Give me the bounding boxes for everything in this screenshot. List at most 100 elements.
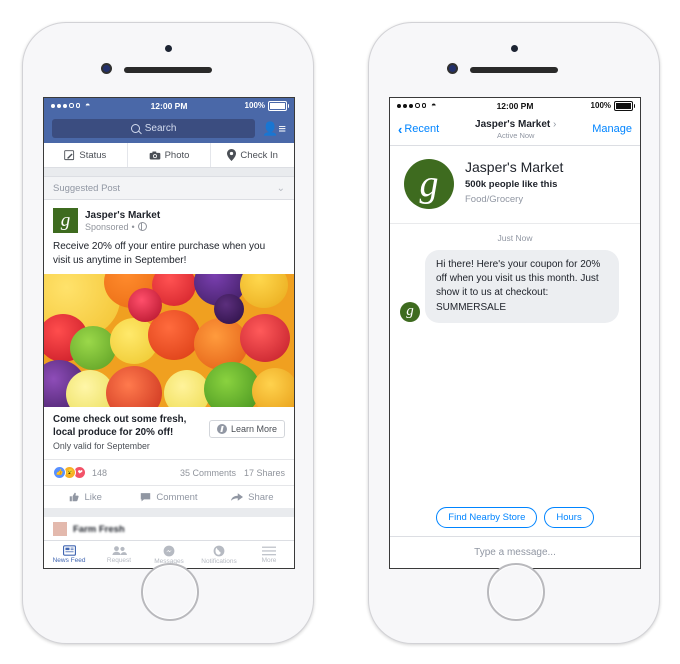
share-button[interactable]: Share — [211, 492, 294, 503]
active-status: Active Now — [496, 130, 535, 140]
status-time: 12:00 PM — [496, 100, 534, 111]
profile-name: Jasper's Market — [465, 159, 564, 175]
like-button[interactable]: Like — [44, 492, 127, 503]
comment-label: Comment — [156, 491, 198, 503]
check-in-label: Check In — [240, 149, 278, 161]
search-icon — [130, 123, 140, 133]
reaction-count[interactable]: 148 — [92, 468, 107, 478]
status-bar-right: ◓ 12:00 PM 100% — [390, 98, 640, 113]
front-camera-icon — [510, 45, 518, 52]
page-profile-card: g Jasper's Market 500k people like this … — [390, 146, 640, 224]
globe-icon — [137, 222, 147, 231]
next-post-title: Farm Fresh — [73, 523, 125, 535]
tab-request-label: Request — [106, 557, 132, 564]
post-meta: Sponsored • — [85, 222, 160, 232]
post-body-text: Receive 20% off your entire purchase whe… — [53, 241, 266, 266]
composer-tabs: Status Photo Check In — [44, 143, 294, 168]
left-screen: ◓ 12:00 PM 100% Search 👤≡ Status Photo C… — [43, 97, 295, 569]
thumbs-up-icon — [70, 493, 80, 502]
tab-news-feed[interactable]: News Feed — [44, 545, 94, 564]
quick-reply-find-nearby-store[interactable]: Find Nearby Store — [436, 507, 538, 528]
messenger-icon — [163, 545, 175, 556]
friend-requests-icon[interactable]: 👤≡ — [262, 122, 286, 135]
friends-icon — [111, 546, 127, 555]
thread-name: Jasper's Market — [475, 118, 551, 130]
profile-category: Food/Grocery — [465, 194, 524, 205]
next-post-preview[interactable]: Farm Fresh — [44, 517, 294, 542]
link-subtitle: Only valid for September — [53, 441, 150, 452]
link-title: Come check out some fresh, local produce… — [53, 414, 187, 438]
manage-label: Manage — [592, 123, 632, 135]
home-button[interactable] — [487, 563, 545, 621]
status-button[interactable]: Status — [44, 143, 128, 167]
post-header: g Jasper's Market Sponsored • — [44, 200, 294, 237]
search-input[interactable]: Search — [52, 118, 256, 138]
messenger-nav-bar: ‹ Recent Jasper's Market › Active Now Ma… — [390, 113, 640, 146]
engagement-counts: 👍 😮 ❤ 148 35 Comments 17 Shares — [44, 460, 294, 485]
comment-count[interactable]: 35 Comments — [180, 468, 236, 478]
back-label: Recent — [404, 123, 440, 135]
globe-notifications-icon — [213, 545, 225, 556]
battery-percent: 100% — [590, 101, 612, 110]
like-label: Like — [84, 491, 102, 503]
reaction-icons[interactable]: 👍 😮 ❤ — [53, 466, 86, 480]
battery-indicator: 100% — [187, 100, 290, 111]
earpiece-speaker — [124, 67, 212, 73]
message-row: g Hi there! Here's your coupon for 20% o… — [390, 250, 640, 323]
quick-reply-hours[interactable]: Hours — [544, 507, 594, 528]
photo-label: Photo — [164, 149, 190, 161]
tab-more[interactable]: More — [244, 546, 294, 564]
message-timestamp: Just Now — [497, 233, 533, 243]
tab-notifications[interactable]: Notifications — [194, 545, 244, 565]
tab-news-feed-label: News Feed — [52, 557, 86, 564]
avatar[interactable]: g — [53, 208, 78, 233]
hamburger-menu-icon — [262, 546, 276, 555]
share-arrow-icon — [231, 493, 244, 502]
meta-separator: • — [131, 221, 135, 232]
post-page-name[interactable]: Jasper's Market — [85, 210, 160, 221]
phone-right-messenger: ◓ 12:00 PM 100% ‹ Recent Jasper's Market… — [368, 22, 660, 644]
learn-more-button[interactable]: Learn More — [208, 420, 285, 438]
suggested-post-header: Suggested Post ⌄ — [44, 176, 294, 200]
battery-icon — [268, 100, 290, 111]
message-bubble[interactable]: Hi there! Here's your coupon for 20% off… — [425, 250, 619, 323]
chevron-right-icon: › — [553, 118, 557, 130]
camera-icon — [149, 151, 160, 159]
post-photo[interactable] — [44, 274, 294, 407]
avatar[interactable]: g — [400, 301, 420, 322]
proximity-sensor-icon — [449, 65, 456, 72]
jaspers-logo-glyph: g — [406, 303, 414, 320]
manage-button[interactable]: Manage — [592, 123, 632, 135]
link-attachment[interactable]: Come check out some fresh, local produce… — [44, 407, 294, 461]
back-button[interactable]: ‹ Recent — [398, 123, 439, 136]
learn-more-label: Learn More — [230, 424, 277, 434]
avatar[interactable]: g — [404, 159, 454, 209]
battery-icon — [614, 100, 636, 111]
status-time: 12:00 PM — [150, 100, 188, 111]
suggested-post-label: Suggested Post — [53, 182, 121, 194]
chevron-down-icon[interactable]: ⌄ — [277, 183, 285, 194]
check-in-button[interactable]: Check In — [211, 143, 294, 167]
home-button[interactable] — [141, 563, 199, 621]
sponsored-post: g Jasper's Market Sponsored • Receive 20… — [44, 200, 294, 509]
photo-button[interactable]: Photo — [128, 143, 212, 167]
share-count[interactable]: 17 Shares — [244, 468, 285, 478]
right-screen: ◓ 12:00 PM 100% ‹ Recent Jasper's Market… — [389, 97, 641, 569]
comment-button[interactable]: Comment — [127, 492, 210, 503]
jaspers-logo-glyph: g — [419, 163, 439, 205]
messenger-bolt-icon — [216, 424, 227, 434]
tab-messages[interactable]: Messages — [144, 545, 194, 565]
status-bar-left: ◓ 12:00 PM 100% — [44, 98, 294, 113]
signal-indicator: ◓ — [397, 101, 497, 110]
tab-request[interactable]: Request — [94, 545, 144, 564]
pencil-square-icon — [64, 149, 75, 160]
earpiece-speaker — [470, 67, 558, 73]
news-feed-icon — [62, 545, 76, 556]
feed-spacer — [44, 168, 294, 176]
conversation-title[interactable]: Jasper's Market › Active Now — [439, 119, 592, 140]
quick-replies: Find Nearby Store Hours — [390, 507, 640, 537]
share-label: Share — [248, 491, 274, 503]
like-reaction-icon: 👍 — [53, 466, 66, 480]
message-placeholder: Type a message... — [474, 547, 556, 558]
tab-more-label: More — [261, 556, 277, 564]
